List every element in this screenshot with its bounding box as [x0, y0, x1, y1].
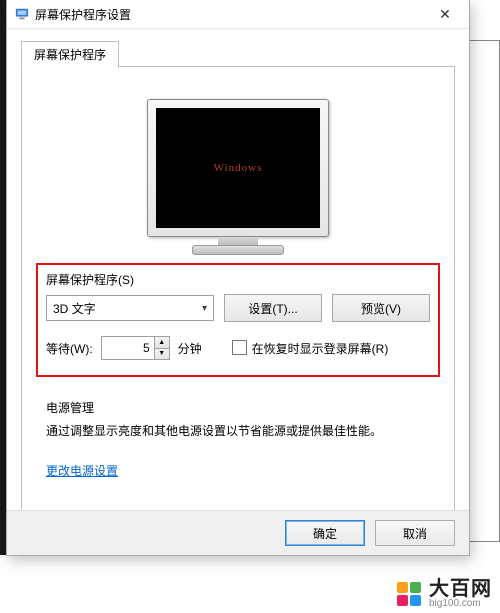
cancel-button[interactable]: 取消 — [375, 520, 455, 546]
settings-button[interactable]: 设置(T)... — [224, 294, 322, 322]
chevron-down-icon: ▾ — [202, 303, 207, 314]
tab-label: 屏幕保护程序 — [34, 46, 106, 63]
ok-button[interactable]: 确定 — [285, 520, 365, 546]
background-window-strip — [468, 40, 500, 542]
monitor-base — [192, 245, 284, 255]
monitor-frame: Windows — [147, 99, 329, 237]
tab-page: Windows 屏幕保护程序(S) 3D 文字 ▾ — [21, 66, 455, 530]
group-screensaver-label: 屏幕保护程序(S) — [46, 271, 430, 288]
tab-screensaver[interactable]: 屏幕保护程序 — [21, 41, 119, 68]
dialog-button-bar: 确定 取消 — [7, 510, 469, 555]
watermark-logo-icon — [397, 582, 423, 606]
screensaver-selected-value: 3D 文字 — [53, 300, 96, 317]
screensaver-combobox[interactable]: 3D 文字 ▾ — [46, 295, 214, 321]
wait-spinner[interactable]: ▲ ▼ — [101, 336, 170, 360]
group-power-label: 电源管理 — [46, 399, 430, 416]
change-power-settings-link[interactable]: 更改电源设置 — [46, 462, 118, 479]
monitor-screen: Windows — [156, 108, 320, 228]
wait-label: 等待(W): — [46, 340, 93, 357]
screensaver-icon — [15, 7, 29, 21]
window-title: 屏幕保护程序设置 — [35, 6, 425, 23]
monitor-neck — [218, 237, 258, 245]
screensaver-preview-text: Windows — [214, 162, 263, 174]
title-bar: 屏幕保护程序设置 ✕ — [7, 0, 469, 29]
spinner-down-button[interactable]: ▼ — [155, 349, 169, 360]
close-button[interactable]: ✕ — [425, 2, 465, 26]
monitor-preview: Windows — [22, 67, 454, 255]
wait-unit: 分钟 — [178, 340, 202, 357]
resume-checkbox-label[interactable]: 在恢复时显示登录屏幕(R) — [232, 340, 389, 357]
watermark: 大百网 big100.com — [389, 575, 500, 613]
watermark-cn: 大百网 — [429, 579, 492, 599]
dialog-window: 屏幕保护程序设置 ✕ 屏幕保护程序 Windows — [6, 0, 470, 556]
spinner-up-button[interactable]: ▲ — [155, 337, 169, 349]
watermark-en: big100.com — [429, 599, 492, 609]
client-area: 屏幕保护程序 Windows — [7, 29, 469, 530]
power-description: 通过调整显示亮度和其他电源设置以节省能源或提供最佳性能。 — [46, 422, 430, 440]
resume-checkbox[interactable] — [232, 340, 247, 355]
wait-input[interactable] — [102, 337, 154, 359]
tab-strip: 屏幕保护程序 — [21, 41, 455, 67]
group-power: 电源管理 通过调整显示亮度和其他电源设置以节省能源或提供最佳性能。 更改电源设置 — [46, 399, 430, 479]
group-screensaver: 屏幕保护程序(S) 3D 文字 ▾ 设置(T)... 预览(V) — [46, 271, 430, 360]
close-icon: ✕ — [439, 6, 451, 23]
preview-button[interactable]: 预览(V) — [332, 294, 430, 322]
